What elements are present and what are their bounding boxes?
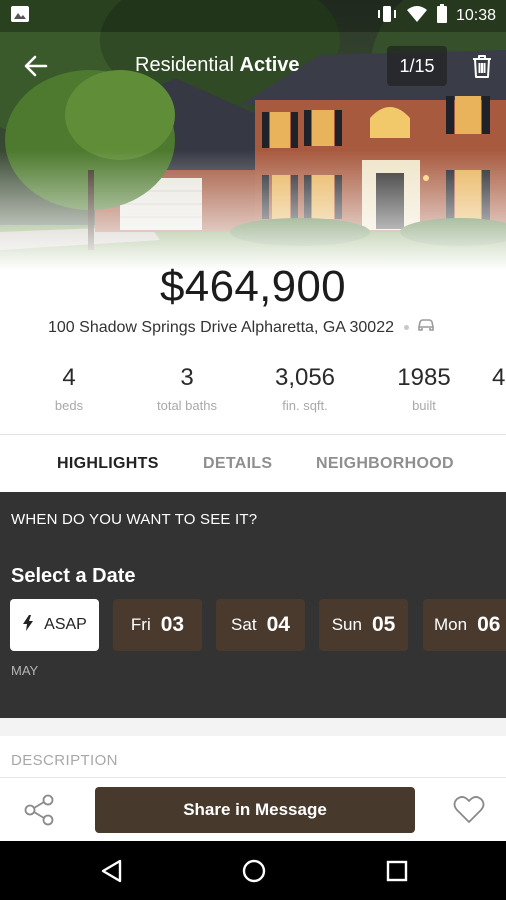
stat-value: 1985: [397, 364, 451, 391]
stat-label: total baths: [157, 398, 217, 413]
nav-back-button[interactable]: [98, 857, 126, 885]
date-chip-number: 03: [160, 613, 185, 636]
property-stats: 4 beds 3 total baths 3,056 fin. sqft. 19…: [0, 364, 506, 420]
tab-highlights[interactable]: HIGHLIGHTS: [57, 455, 159, 473]
share-icon: [24, 794, 54, 826]
month-label: MAY: [11, 663, 39, 678]
car-icon[interactable]: [417, 318, 435, 337]
detail-tabs: HIGHLIGHTS DETAILS NEIGHBORHOOD: [0, 435, 506, 493]
select-date-heading: Select a Date: [11, 565, 136, 587]
back-button[interactable]: [20, 50, 52, 82]
stat-label: fin. sqft.: [282, 398, 328, 413]
address-row: 100 Shadow Springs Drive Alpharetta, GA …: [48, 318, 435, 337]
image-notification-icon: [10, 5, 30, 28]
stat-label: beds: [54, 398, 84, 413]
date-chip-mon[interactable]: Mon 06: [423, 599, 506, 651]
wifi-icon: [406, 5, 428, 28]
share-in-message-button[interactable]: Share in Message: [95, 787, 415, 833]
stat-year-built: 1985 built: [384, 364, 464, 413]
stat-baths: 3 total baths: [147, 364, 227, 413]
stat-sqft: 3,056 fin. sqft.: [265, 364, 345, 413]
nav-recents-icon: [386, 860, 408, 882]
date-chip-number: 05: [371, 613, 396, 636]
app-bar: Residential Active 1/15: [0, 38, 506, 94]
delete-button[interactable]: [468, 52, 496, 80]
share-button[interactable]: [22, 793, 56, 827]
photo-fade-overlay: [0, 150, 506, 270]
nav-home-button[interactable]: [240, 857, 268, 885]
date-chip-sat[interactable]: Sat 04: [216, 599, 305, 651]
asap-label: ASAP: [44, 616, 87, 633]
listing-price: $464,900: [160, 262, 346, 311]
favorite-button[interactable]: [452, 794, 486, 826]
tab-details[interactable]: DETAILS: [203, 455, 272, 473]
date-chip-sun[interactable]: Sun 05: [319, 599, 408, 651]
date-chip-day: Mon: [434, 615, 468, 634]
vibrate-icon: [376, 5, 398, 28]
trash-icon: [473, 55, 491, 78]
bottom-action-bar: Share in Message: [0, 777, 506, 841]
description-heading: DESCRIPTION: [11, 752, 118, 769]
lightning-icon: [22, 614, 34, 637]
date-chip-fri[interactable]: Fri 03: [113, 599, 202, 651]
listing-address: 100 Shadow Springs Drive Alpharetta, GA …: [48, 318, 394, 336]
separator-dot: [404, 325, 409, 330]
date-chip-day: Sat: [231, 615, 257, 634]
stat-label: built: [412, 398, 436, 413]
photo-counter[interactable]: 1/15: [387, 46, 447, 86]
stat-value: 3,056: [274, 364, 336, 391]
property-type-label: Residential: [135, 54, 234, 76]
stat-value: 3: [180, 364, 194, 391]
heart-icon: [453, 796, 485, 823]
date-picker-row[interactable]: ASAP Fri 03 Sat 04 Sun 05 Mon 06: [10, 599, 506, 653]
nav-home-icon: [242, 859, 266, 883]
section-gap: [0, 718, 506, 736]
stat-beds: 4 beds: [34, 364, 104, 413]
date-chip-day: Fri: [130, 615, 151, 634]
date-chip-asap[interactable]: ASAP: [10, 599, 99, 651]
status-bar: 10:38: [0, 0, 506, 32]
battery-icon: [436, 3, 448, 29]
tab-neighborhood[interactable]: NEIGHBORHOOD: [316, 455, 454, 473]
date-chip-number: 04: [266, 613, 290, 636]
date-chip-day: Sun: [331, 615, 362, 634]
schedule-showing-panel: WHEN DO YOU WANT TO SEE IT? Select a Dat…: [0, 492, 506, 718]
nav-back-icon: [101, 859, 122, 883]
listing-status-label: Active: [239, 54, 300, 76]
back-arrow-icon: [24, 55, 48, 77]
nav-recents-button[interactable]: [383, 857, 411, 885]
stat-partial: 4: [492, 364, 506, 392]
status-time: 10:38: [455, 7, 496, 24]
page-title: Residential Active: [135, 54, 300, 77]
system-navigation-bar: [0, 841, 506, 900]
stat-value: 4: [492, 364, 506, 391]
stat-value: 4: [62, 364, 76, 391]
date-chip-number: 06: [477, 613, 501, 636]
schedule-question: WHEN DO YOU WANT TO SEE IT?: [11, 511, 258, 528]
